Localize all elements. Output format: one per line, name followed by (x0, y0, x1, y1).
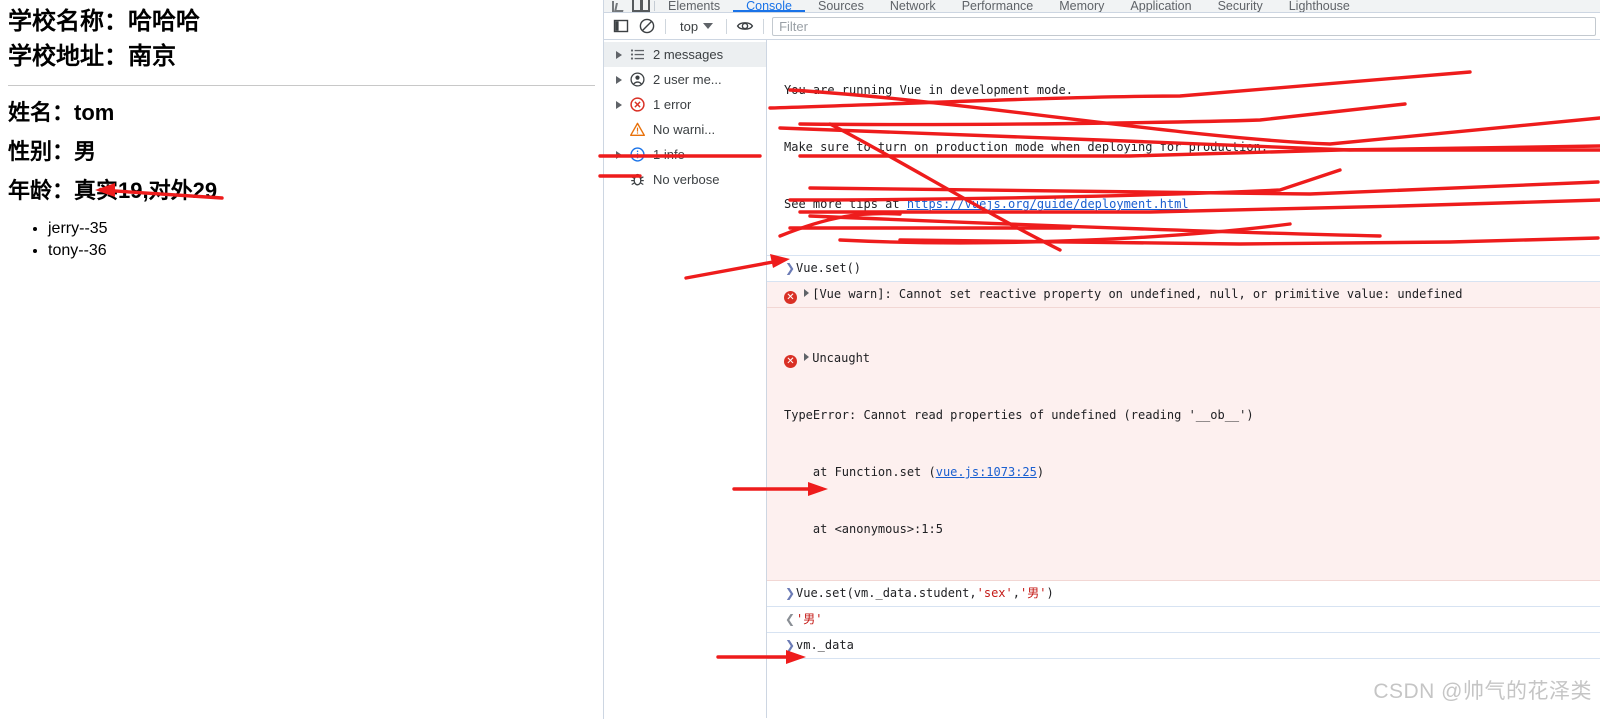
console-output-sex[interactable]: ❮'男' (767, 607, 1600, 633)
live-expression-eye-icon[interactable] (735, 16, 755, 36)
stack-prefix: at Function.set ( (784, 465, 936, 479)
vue-dev-line3-prefix: See more tips at (784, 197, 907, 211)
console-input-vm-data[interactable]: ❯vm._data (767, 633, 1600, 659)
vue-deployment-link[interactable]: https://vuejs.org/guide/deployment.html (907, 197, 1189, 211)
tab-sources[interactable]: Sources (805, 0, 877, 12)
console-input-text: Vue.set() (796, 261, 862, 275)
input-arrow-icon: ❯ (784, 586, 796, 600)
tab-console[interactable]: Console (733, 0, 805, 12)
vue-dev-line2: Make sure to turn on production mode whe… (784, 140, 1269, 154)
sidebar-item-label: 1 error (653, 97, 692, 112)
rendered-webpage-pane: 学校名称：哈哈哈 学校地址：南京 姓名：tom 性别：男 年龄：真实19,对外2… (0, 0, 603, 719)
uncaught-header: ✕ Uncaught (784, 349, 1600, 368)
sidebar-item-label: 2 messages (653, 47, 724, 62)
chevron-right-icon[interactable] (616, 100, 622, 109)
devtools-tabbar: Elements Console Sources Network Perform… (604, 0, 1600, 13)
sidebar-item-label: 2 user me... (653, 72, 722, 87)
console-filter-input[interactable] (772, 16, 1596, 36)
console-message-vue-warn[interactable]: ✕ [Vue warn]: Cannot set reactive proper… (767, 282, 1600, 308)
input-arrow-icon: ❯ (784, 261, 796, 275)
console-log[interactable]: You are running Vue in development mode.… (767, 40, 1600, 718)
list-item: jerry--35 (48, 218, 595, 240)
student-age-heading: 年龄：真实19,对外29 (8, 178, 218, 204)
toolbar-divider (763, 18, 765, 34)
sidebar-item-errors[interactable]: 1 error (604, 92, 766, 117)
tab-memory[interactable]: Memory (1046, 0, 1117, 12)
sidebar-item-label: No warni... (653, 122, 716, 137)
info-icon (629, 146, 646, 163)
section-divider (8, 84, 595, 86)
console-input-text: Vue.set(vm._data.student,'sex','男') (796, 586, 1054, 600)
toolbar-divider (726, 18, 728, 34)
console-input-text: vm._data (796, 638, 854, 652)
input-arrow-icon: ❯ (784, 638, 796, 652)
bug-icon (629, 171, 646, 188)
clear-console-icon[interactable] (637, 16, 657, 36)
chevron-right-icon[interactable] (616, 150, 622, 159)
chevron-right-icon[interactable] (616, 75, 622, 84)
friends-list: jerry--35 tony--36 (8, 218, 595, 261)
console-body: 2 messages 2 user me... 1 error No warni… (604, 40, 1600, 718)
execution-context-selector[interactable]: top (674, 18, 718, 35)
chevron-down-icon (703, 23, 714, 29)
vue-dev-line1: You are running Vue in development mode. (784, 83, 1073, 97)
school-name-heading: 学校名称：哈哈哈 (8, 8, 200, 35)
watermark: CSDN @帅气的花泽类 (1373, 680, 1592, 703)
stack-frame-function-set: at Function.set (vue.js:1073:25) (784, 463, 1600, 482)
student-name-heading: 姓名：tom (8, 99, 115, 125)
sidebar-item-user-messages[interactable]: 2 user me... (604, 67, 766, 92)
chevron-right-icon[interactable] (616, 50, 622, 59)
list-item: tony--36 (48, 240, 595, 262)
console-output-text: '男' (796, 612, 823, 626)
arg-value: '男' (1019, 586, 1047, 600)
console-message-info[interactable]: You are running Vue in development mode.… (767, 40, 1600, 256)
source-link-vue-js[interactable]: vue.js:1073:25 (936, 465, 1037, 479)
console-toolbar: top (604, 13, 1600, 40)
school-address-heading: 学校地址：南京 (8, 43, 176, 71)
tab-security[interactable]: Security (1205, 0, 1276, 12)
devtools-dock-icons (604, 0, 654, 12)
error-icon (629, 96, 646, 113)
tab-elements[interactable]: Elements (655, 0, 733, 12)
uncaught-label: Uncaught (812, 351, 871, 365)
sidebar-item-messages[interactable]: 2 messages (604, 42, 766, 67)
inspect-element-icon[interactable] (610, 0, 624, 12)
expand-triangle-icon[interactable] (804, 289, 810, 297)
sidebar-item-warnings[interactable]: No warni... (604, 117, 766, 142)
stack-frame-anonymous: at <anonymous>:1:5 (784, 522, 943, 536)
sidebar-item-label: No verbose (653, 172, 720, 187)
vue-dev-line3: See more tips at https://vuejs.org/guide… (784, 195, 1600, 214)
console-sidebar-toggle-icon[interactable] (611, 16, 631, 36)
user-icon (629, 71, 646, 88)
stack-suffix: ) (1036, 465, 1045, 479)
sidebar-item-label: 1 info (653, 147, 685, 162)
typeerror-text: TypeError: Cannot read properties of und… (784, 408, 1254, 422)
vue-warn-text: [Vue warn]: Cannot set reactive property… (812, 287, 1463, 301)
tab-application[interactable]: Application (1117, 0, 1204, 12)
student-sex-heading: 性别：男 (8, 138, 97, 164)
error-icon: ✕ (784, 355, 797, 368)
toolbar-divider (665, 18, 666, 34)
tab-performance[interactable]: Performance (949, 0, 1047, 12)
console-input-vue-set-empty[interactable]: ❯Vue.set() (767, 256, 1600, 282)
execution-context-label: top (680, 18, 699, 34)
console-message-uncaught-typeerror[interactable]: ✕ Uncaught TypeError: Cannot read proper… (767, 308, 1600, 581)
output-arrow-icon: ❮ (784, 612, 796, 626)
tab-network[interactable]: Network (877, 0, 949, 12)
console-sidebar: 2 messages 2 user me... 1 error No warni… (604, 40, 767, 718)
list-icon (629, 46, 646, 63)
devtools-panel: Elements Console Sources Network Perform… (603, 0, 1600, 719)
device-toolbar-icon[interactable] (632, 0, 650, 12)
tab-lighthouse[interactable]: Lighthouse (1276, 0, 1363, 12)
sidebar-item-verbose[interactable]: No verbose (604, 167, 766, 192)
expand-triangle-icon[interactable] (804, 353, 810, 361)
error-icon: ✕ (784, 291, 797, 304)
arg-sex: 'sex' (976, 586, 1013, 600)
warning-icon (629, 121, 646, 138)
vue-set-call-text: Vue.set(vm._data.student, (796, 586, 977, 600)
console-input-vue-set-sex[interactable]: ❯Vue.set(vm._data.student,'sex','男') (767, 581, 1600, 607)
screenshot-root: 学校名称：哈哈哈 学校地址：南京 姓名：tom 性别：男 年龄：真实19,对外2… (0, 0, 1600, 719)
sidebar-item-info[interactable]: 1 info (604, 142, 766, 167)
